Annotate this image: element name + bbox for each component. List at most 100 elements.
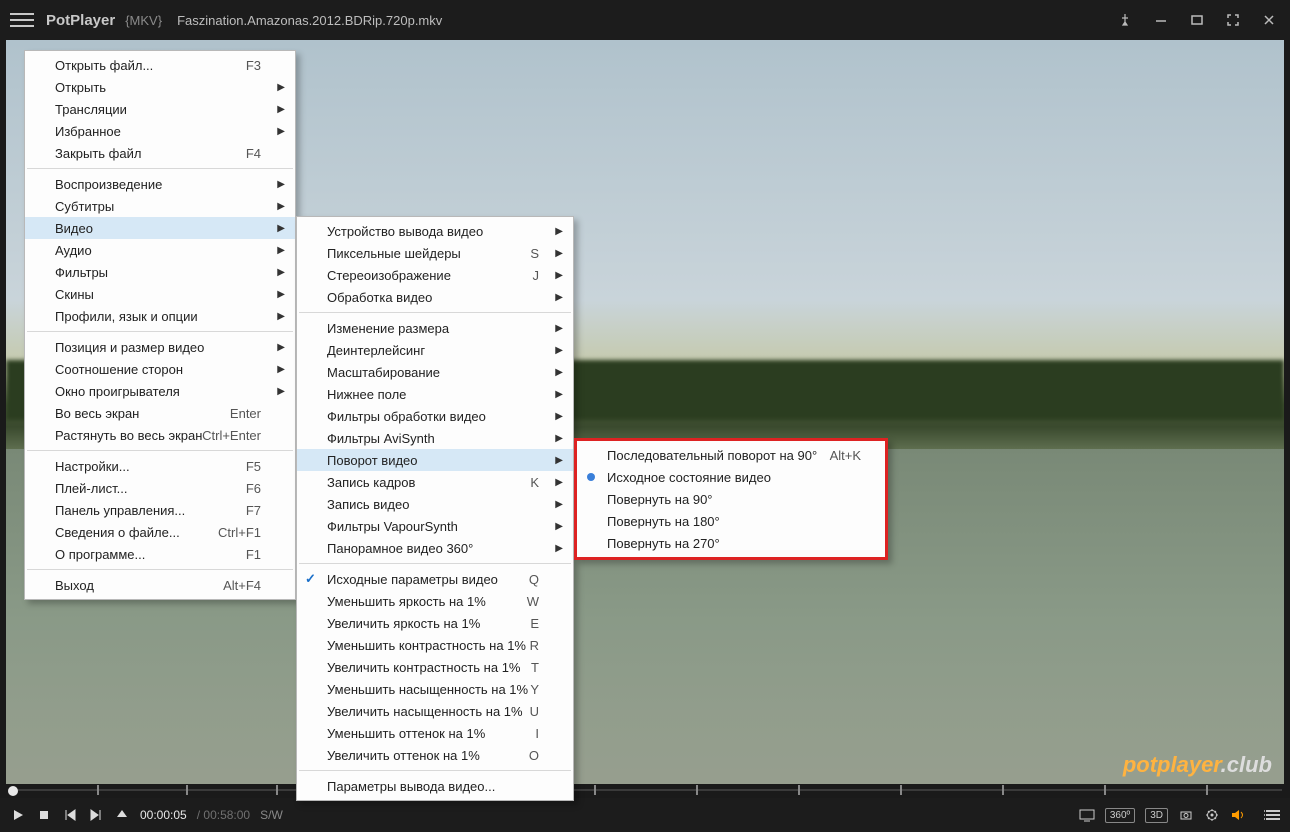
menu-item[interactable]: СтереоизображениеJ▶ bbox=[297, 264, 573, 286]
menu-item[interactable]: Во весь экранEnter bbox=[25, 402, 295, 424]
menu-item[interactable]: Увеличить яркость на 1%E bbox=[297, 612, 573, 634]
settings-icon[interactable] bbox=[1204, 807, 1220, 823]
close-icon[interactable] bbox=[1258, 9, 1280, 31]
menu-item[interactable]: Фильтры▶ bbox=[25, 261, 295, 283]
menu-item-shortcut: U bbox=[530, 704, 539, 719]
menu-item[interactable]: Увеличить оттенок на 1%O bbox=[297, 744, 573, 766]
menu-item[interactable]: Параметры вывода видео... bbox=[297, 775, 573, 797]
play-icon[interactable] bbox=[10, 807, 26, 823]
menu-item[interactable]: Нижнее поле▶ bbox=[297, 383, 573, 405]
menu-item[interactable]: Фильтры VapourSynth▶ bbox=[297, 515, 573, 537]
playlist-icon[interactable] bbox=[1264, 807, 1280, 823]
menu-item[interactable]: Панорамное видео 360°▶ bbox=[297, 537, 573, 559]
menu-item[interactable]: Соотношение сторон▶ bbox=[25, 358, 295, 380]
prev-icon[interactable] bbox=[62, 807, 78, 823]
titlebar: PotPlayer {MKV} Faszination.Amazonas.201… bbox=[0, 0, 1290, 40]
render-mode[interactable]: S/W bbox=[260, 808, 283, 822]
menu-item-label: О программе... bbox=[55, 547, 145, 562]
menu-item[interactable]: Сведения о файле...Ctrl+F1 bbox=[25, 521, 295, 543]
menu-item-shortcut: E bbox=[530, 616, 539, 631]
menu-item[interactable]: Открыть▶ bbox=[25, 76, 295, 98]
control-bar: 00:00:05 / 00:58:00 S/W 360º 3D bbox=[0, 798, 1290, 832]
menu-item[interactable]: Запись кадровK▶ bbox=[297, 471, 573, 493]
menu-item[interactable]: Уменьшить оттенок на 1%I bbox=[297, 722, 573, 744]
menu-item[interactable]: Повернуть на 270° bbox=[577, 532, 885, 554]
menu-item[interactable]: Запись видео▶ bbox=[297, 493, 573, 515]
menu-item[interactable]: Фильтры AviSynth ▶ bbox=[297, 427, 573, 449]
menu-item[interactable]: Профили, язык и опции▶ bbox=[25, 305, 295, 327]
menu-item[interactable]: Последовательный поворот на 90°Alt+K bbox=[577, 444, 885, 466]
submenu-arrow-icon: ▶ bbox=[555, 389, 563, 400]
menu-item[interactable]: Избранное▶ bbox=[25, 120, 295, 142]
menu-item[interactable]: Уменьшить яркость на 1%W bbox=[297, 590, 573, 612]
menu-item[interactable]: Поворот видео▶ bbox=[297, 449, 573, 471]
menu-item[interactable]: ✓Исходные параметры видеоQ bbox=[297, 568, 573, 590]
menu-item[interactable]: Изменение размера▶ bbox=[297, 317, 573, 339]
menu-item[interactable]: Увеличить насыщенность на 1%U bbox=[297, 700, 573, 722]
maximize-icon[interactable] bbox=[1186, 9, 1208, 31]
menu-item-label: Аудио bbox=[55, 243, 92, 258]
menu-item[interactable]: О программе...F1 bbox=[25, 543, 295, 565]
menu-item[interactable]: ВыходAlt+F4 bbox=[25, 574, 295, 596]
next-icon[interactable] bbox=[88, 807, 104, 823]
menu-item[interactable]: Плей-лист...F6 bbox=[25, 477, 295, 499]
submenu-arrow-icon: ▶ bbox=[555, 270, 563, 281]
capture-icon[interactable] bbox=[1178, 807, 1194, 823]
menu-item-shortcut: J bbox=[533, 268, 540, 283]
menu-item-label: Обработка видео bbox=[327, 290, 432, 305]
menu-item[interactable]: Окно проигрывателя▶ bbox=[25, 380, 295, 402]
minimize-icon[interactable] bbox=[1150, 9, 1172, 31]
menu-item[interactable]: Уменьшить насыщенность на 1%Y bbox=[297, 678, 573, 700]
menu-item[interactable]: Повернуть на 180° bbox=[577, 510, 885, 532]
menu-item-label: Запись кадров bbox=[327, 475, 415, 490]
menu-item[interactable]: Обработка видео▶ bbox=[297, 286, 573, 308]
menu-item-shortcut: F6 bbox=[246, 481, 261, 496]
screen-icon[interactable] bbox=[1079, 807, 1095, 823]
menu-item[interactable]: Масштабирование▶ bbox=[297, 361, 573, 383]
menu-item[interactable]: Позиция и размер видео▶ bbox=[25, 336, 295, 358]
menu-item[interactable]: Фильтры обработки видео▶ bbox=[297, 405, 573, 427]
menu-item-label: Запись видео bbox=[327, 497, 409, 512]
menu-item[interactable]: Настройки...F5 bbox=[25, 455, 295, 477]
menu-item-shortcut: F4 bbox=[246, 146, 261, 161]
menu-item-label: Растянуть во весь экран bbox=[55, 428, 202, 443]
badge-360[interactable]: 360º bbox=[1105, 808, 1135, 823]
menu-item[interactable]: Аудио▶ bbox=[25, 239, 295, 261]
submenu-arrow-icon: ▶ bbox=[555, 521, 563, 532]
stop-icon[interactable] bbox=[36, 807, 52, 823]
badge-3d[interactable]: 3D bbox=[1145, 808, 1168, 823]
menu-item[interactable]: Скины▶ bbox=[25, 283, 295, 305]
menu-item-shortcut: Ctrl+Enter bbox=[202, 428, 261, 443]
submenu-arrow-icon: ▶ bbox=[555, 433, 563, 444]
menu-item[interactable]: Видео▶ bbox=[25, 217, 295, 239]
menu-item-shortcut: Alt+F4 bbox=[223, 578, 261, 593]
volume-icon[interactable] bbox=[1230, 807, 1246, 823]
menu-item[interactable]: Воспроизведение▶ bbox=[25, 173, 295, 195]
seek-thumb[interactable] bbox=[8, 786, 18, 796]
check-icon: ✓ bbox=[305, 571, 316, 587]
menu-item[interactable]: Панель управления...F7 bbox=[25, 499, 295, 521]
fullscreen-icon[interactable] bbox=[1222, 9, 1244, 31]
menu-item[interactable]: Трансляции▶ bbox=[25, 98, 295, 120]
pin-icon[interactable] bbox=[1114, 9, 1136, 31]
menu-item[interactable]: Субтитры▶ bbox=[25, 195, 295, 217]
menu-item[interactable]: Открыть файл...F3 bbox=[25, 54, 295, 76]
menu-item[interactable]: Уменьшить контрастность на 1%R bbox=[297, 634, 573, 656]
open-icon[interactable] bbox=[114, 807, 130, 823]
menu-item[interactable]: Устройство вывода видео▶ bbox=[297, 220, 573, 242]
submenu-arrow-icon: ▶ bbox=[277, 364, 285, 375]
menu-item-label: Фильтры AviSynth bbox=[327, 431, 435, 446]
menu-item[interactable]: Пиксельные шейдерыS▶ bbox=[297, 242, 573, 264]
submenu-arrow-icon: ▶ bbox=[277, 342, 285, 353]
menu-item[interactable]: Повернуть на 90° bbox=[577, 488, 885, 510]
menu-item[interactable]: Закрыть файлF4 bbox=[25, 142, 295, 164]
hamburger-menu-icon[interactable] bbox=[10, 8, 34, 32]
menu-item[interactable]: Исходное состояние видео bbox=[577, 466, 885, 488]
menu-item-label: Масштабирование bbox=[327, 365, 440, 380]
seek-bar[interactable] bbox=[8, 784, 1282, 796]
menu-item[interactable]: Увеличить контрастность на 1%T bbox=[297, 656, 573, 678]
menu-item[interactable]: Деинтерлейсинг▶ bbox=[297, 339, 573, 361]
submenu-arrow-icon: ▶ bbox=[277, 289, 285, 300]
menu-item[interactable]: Растянуть во весь экранCtrl+Enter bbox=[25, 424, 295, 446]
menu-item-label: Увеличить контрастность на 1% bbox=[327, 660, 520, 675]
